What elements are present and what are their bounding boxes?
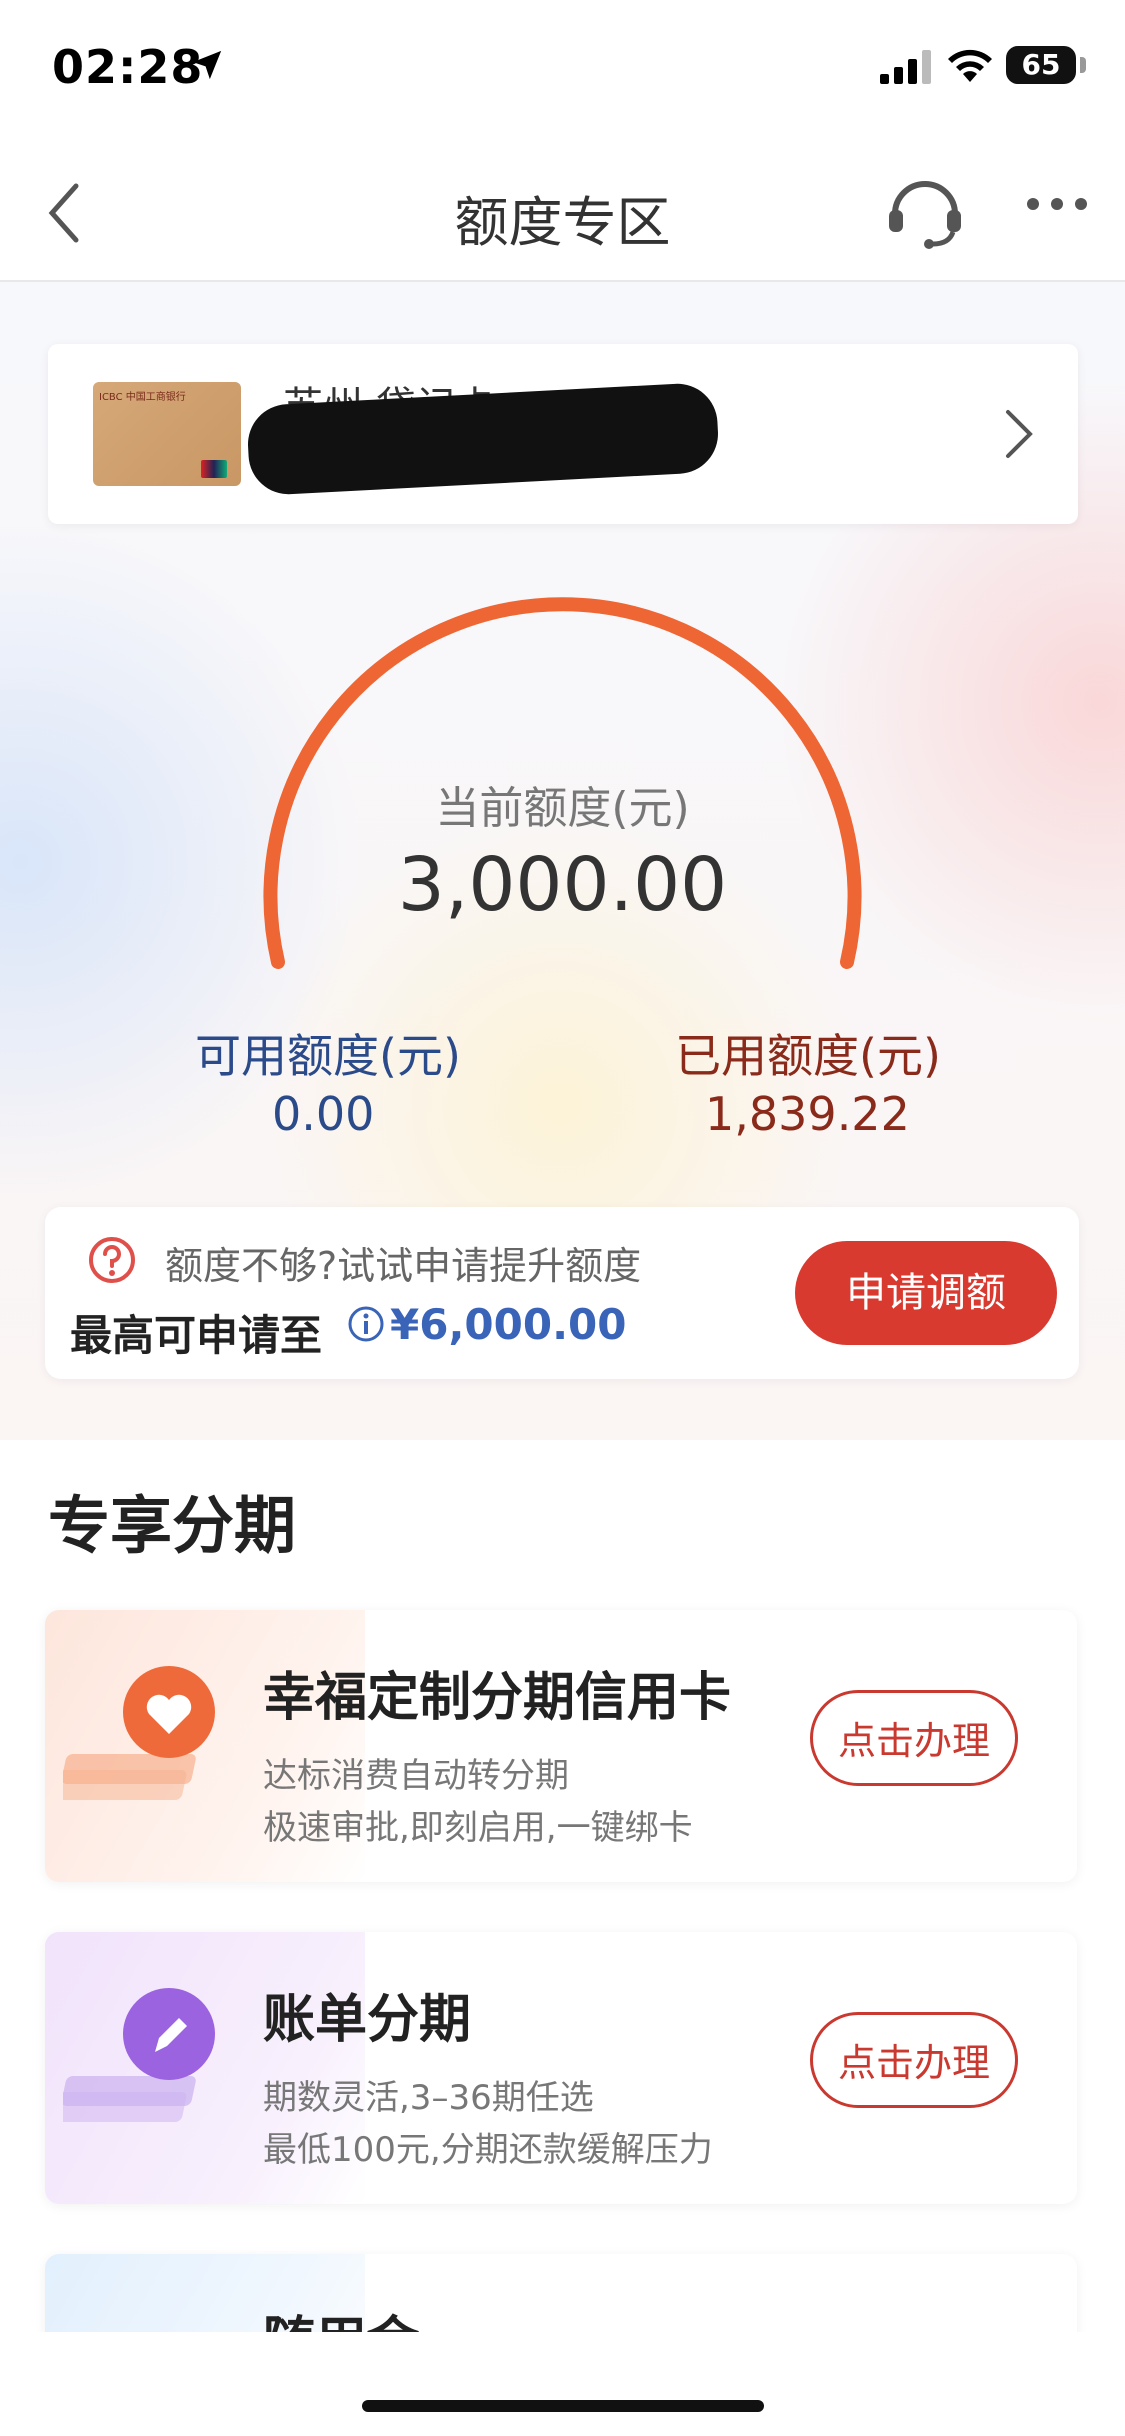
- nav-bar: 额度专区: [0, 140, 1125, 282]
- more-options-icon[interactable]: [1025, 196, 1089, 212]
- heart-icon: [63, 1666, 215, 1800]
- cellular-signal-icon: [880, 50, 931, 84]
- apply-now-button[interactable]: 点击办理: [810, 2012, 1018, 2108]
- apply-now-button[interactable]: 点击办理: [810, 1690, 1018, 1786]
- battery-tip: [1080, 57, 1086, 73]
- limit-increase-hint: 额度不够?试试申请提升额度: [165, 1244, 642, 1288]
- offer-desc-line2: 极速审批,即刻启用,一键绑卡: [263, 1808, 693, 1848]
- apply-limit-adjust-button[interactable]: 申请调额: [795, 1241, 1057, 1345]
- used-limit-label: 已用额度(元): [675, 1029, 941, 1083]
- max-apply-amount: ¥6,000.00: [390, 1300, 627, 1349]
- available-limit-label: 可用额度(元): [195, 1029, 461, 1083]
- offer-desc-line1: 期数灵活,3–36期任选: [263, 2078, 594, 2118]
- offer-card-happiness[interactable]: 幸福定制分期信用卡 达标消费自动转分期 极速审批,即刻启用,一键绑卡 点击办理: [45, 1610, 1077, 1882]
- chevron-right-icon: [1006, 410, 1033, 458]
- home-indicator[interactable]: [362, 2400, 764, 2412]
- section-title: 专享分期: [48, 1489, 297, 1562]
- offer-title: 账单分期: [263, 1990, 472, 2050]
- credit-limit-section: ICBC 中国工商银行 苏州 贷记卡 当前额度(元) 3,000.00 可用额度…: [0, 282, 1125, 1440]
- current-limit-value: 3,000.00: [397, 842, 728, 928]
- used-limit-value: 1,839.22: [705, 1087, 910, 1141]
- location-arrow-icon: [192, 50, 222, 80]
- bank-card-thumbnail: ICBC 中国工商银行: [93, 382, 241, 486]
- battery-icon: 65: [1006, 46, 1076, 84]
- card-selector[interactable]: ICBC 中国工商银行 苏州 贷记卡: [48, 344, 1078, 524]
- limit-increase-panel: 额度不够?试试申请提升额度 最高可申请至 ¥6,000.00 申请调额: [45, 1207, 1079, 1379]
- bank-logo: ICBC 中国工商银行: [99, 392, 186, 403]
- customer-service-headset-icon[interactable]: [885, 170, 965, 250]
- question-circle-icon: [89, 1237, 135, 1283]
- wifi-icon: [948, 49, 992, 82]
- offer-desc-line2: 最低100元,分期还款缓解压力: [263, 2130, 713, 2170]
- available-limit-value: 0.00: [272, 1087, 375, 1141]
- status-time: 02:28: [52, 40, 204, 94]
- unionpay-logo-icon: [201, 460, 227, 478]
- pencil-icon: [63, 1988, 215, 2122]
- status-bar: 02:28 65: [0, 0, 1125, 140]
- current-limit-label: 当前额度(元): [435, 783, 690, 834]
- offer-card-bill-installment[interactable]: 账单分期 期数灵活,3–36期任选 最低100元,分期还款缓解压力 点击办理: [45, 1932, 1077, 2204]
- offer-title: 幸福定制分期信用卡: [263, 1668, 732, 1728]
- info-icon[interactable]: [347, 1305, 385, 1343]
- offer-desc-line1: 达标消费自动转分期: [263, 1756, 569, 1796]
- max-apply-label: 最高可申请至: [70, 1311, 323, 1360]
- bottom-safe-area: [0, 2332, 1125, 2436]
